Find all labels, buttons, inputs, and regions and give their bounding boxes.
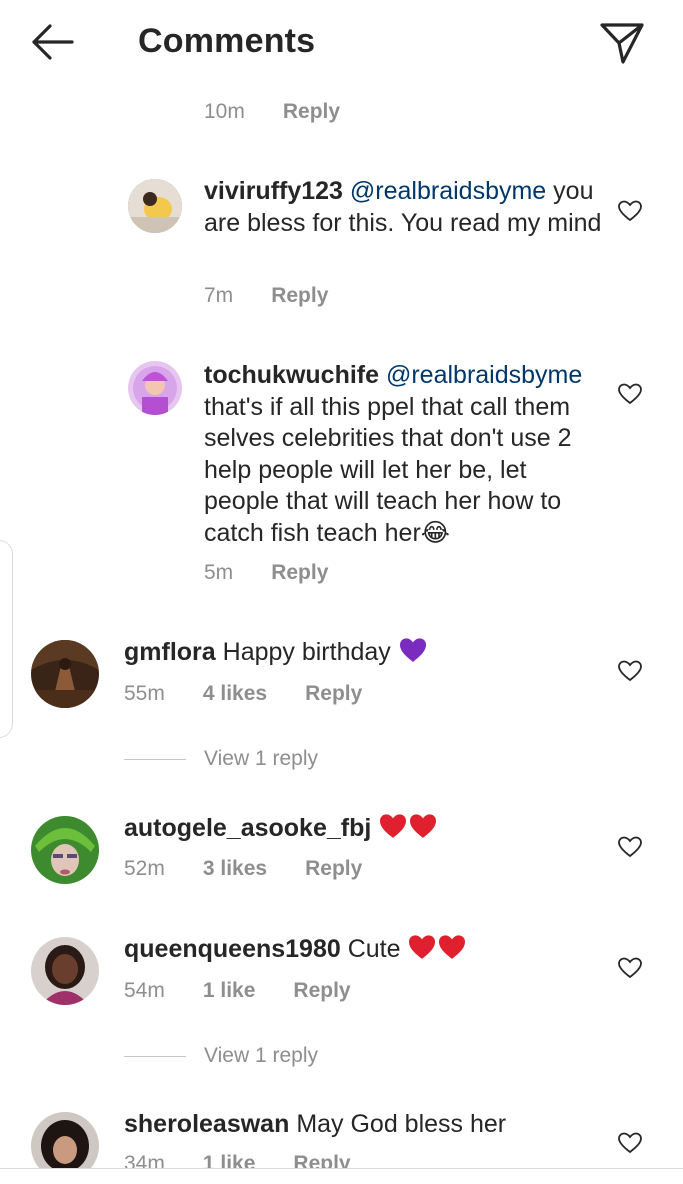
username-link[interactable]: sheroleaswan <box>124 1110 289 1138</box>
reply-time: 10m <box>204 100 245 123</box>
like-heart-icon[interactable] <box>618 957 642 979</box>
avatar-image <box>31 816 99 884</box>
avatar-image <box>128 361 182 415</box>
comment-body: May God bless her <box>296 1110 507 1138</box>
comment-input-bar[interactable] <box>0 1168 683 1184</box>
username-link[interactable]: tochukwuchife <box>204 361 379 389</box>
reply-button[interactable]: Reply <box>293 979 350 1003</box>
comments-screen: Comments 10m Reply viviruffy123 @realbra… <box>0 0 683 1184</box>
comment-body: that's if all this ppel that call them s… <box>204 392 572 547</box>
avatar[interactable] <box>31 640 99 708</box>
like-heart-icon[interactable] <box>618 836 642 858</box>
comment-time: 54m <box>124 979 165 1002</box>
likes-count[interactable]: 4 likes <box>203 682 267 706</box>
reply-button[interactable]: Reply <box>305 682 362 706</box>
reply-meta: 7m Reply <box>204 284 328 308</box>
comment-text: sheroleaswan May God bless her <box>124 1109 604 1141</box>
side-pull-tab[interactable] <box>0 540 13 738</box>
username-link[interactable]: viviruffy123 <box>204 177 343 205</box>
comment-body: Cute <box>347 935 401 963</box>
avatar-image <box>31 640 99 708</box>
view-replies-label: View 1 reply <box>204 1044 319 1067</box>
reply-button[interactable]: Reply <box>283 100 340 124</box>
purple-heart-emoji <box>398 638 428 666</box>
avatar-image <box>128 179 182 233</box>
paper-plane-icon <box>600 23 644 64</box>
username-link[interactable]: queenqueens1980 <box>124 935 341 963</box>
username-link[interactable]: autogele_asooke_fbj <box>124 814 371 842</box>
reply-button[interactable]: Reply <box>271 284 328 308</box>
arrow-left-icon <box>32 24 74 60</box>
view-replies-label: View 1 reply <box>204 747 319 770</box>
red-hearts-emoji <box>378 814 438 842</box>
likes-count[interactable]: 1 like <box>203 979 256 1003</box>
like-heart-icon[interactable] <box>618 660 642 682</box>
mention-link[interactable]: @realbraidsbyme <box>350 177 546 205</box>
view-replies-link[interactable]: View 1 reply <box>124 747 318 771</box>
avatar[interactable] <box>128 179 182 233</box>
avatar-image <box>31 937 99 1005</box>
divider <box>124 1055 186 1057</box>
comment-meta: 52m 3 likes Reply <box>124 857 362 881</box>
reply-time: 5m <box>204 561 234 584</box>
back-button[interactable] <box>28 22 76 62</box>
reply-button[interactable]: Reply <box>271 561 328 585</box>
view-replies-link[interactable]: View 1 reply <box>124 1044 318 1068</box>
like-heart-icon[interactable] <box>618 383 642 405</box>
reply-text: viviruffy123 @realbraidsbyme you are ble… <box>204 176 604 239</box>
reply-button[interactable]: Reply <box>305 857 362 881</box>
header: Comments <box>0 0 683 88</box>
laughing-emoji: 😂 <box>420 518 451 547</box>
comment-time: 55m <box>124 682 165 705</box>
comment-meta: 54m 1 like Reply <box>124 979 351 1003</box>
comment-time: 52m <box>124 857 165 880</box>
mention-link[interactable]: @realbraidsbyme <box>386 361 582 389</box>
divider <box>124 758 186 760</box>
reply-text: tochukwuchife @realbraidsbyme that's if … <box>204 360 604 549</box>
reply-meta: 5m Reply <box>204 561 328 585</box>
comment-text: queenqueens1980 Cute <box>124 934 604 966</box>
like-heart-icon[interactable] <box>618 200 642 222</box>
username-link[interactable]: gmflora <box>124 638 216 666</box>
send-button[interactable] <box>598 20 646 66</box>
avatar[interactable] <box>31 816 99 884</box>
red-hearts-emoji <box>407 935 467 963</box>
reply-time: 7m <box>204 284 234 307</box>
like-heart-icon[interactable] <box>618 1132 642 1154</box>
comment-meta: 55m 4 likes Reply <box>124 682 362 706</box>
comment-text: gmflora Happy birthday <box>124 637 604 669</box>
likes-count[interactable]: 3 likes <box>203 857 267 881</box>
reply-meta: 10m Reply <box>204 100 340 124</box>
avatar[interactable] <box>128 361 182 415</box>
avatar[interactable] <box>31 937 99 1005</box>
page-title: Comments <box>138 22 316 60</box>
comment-body: Happy birthday <box>222 638 391 666</box>
comment-text: autogele_asooke_fbj <box>124 813 604 845</box>
